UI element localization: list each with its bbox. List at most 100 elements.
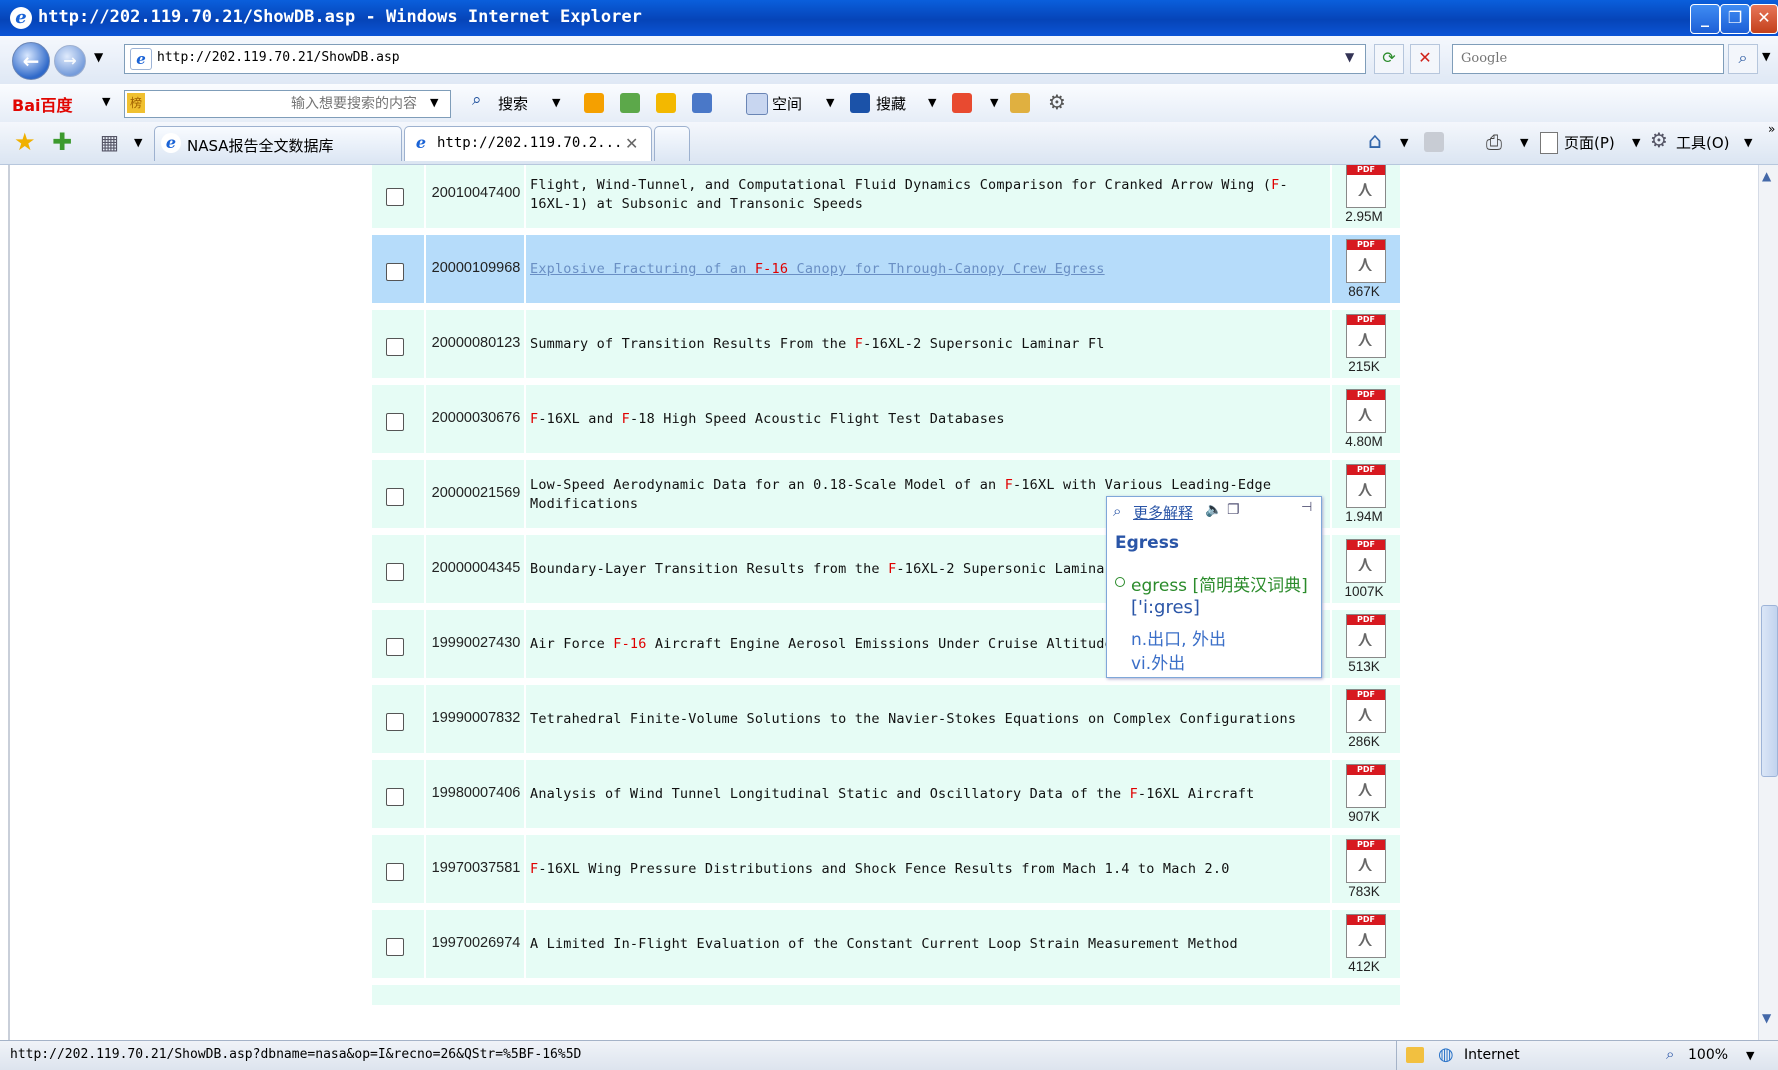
tools-dropdown-icon[interactable]: ▼ (1744, 136, 1752, 149)
scrollbar-thumb[interactable] (1761, 605, 1778, 777)
tab-current-page[interactable]: e http://202.119.70.2... ✕ (404, 126, 652, 161)
scroll-up-icon[interactable]: ▲ (1762, 169, 1771, 183)
baidu-search-button[interactable]: 搜索 (498, 93, 528, 114)
zoom-level[interactable]: 100% (1688, 1047, 1728, 1063)
pdf-icon[interactable]: PDF ⋏ (1346, 314, 1386, 358)
forward-button[interactable]: → (54, 45, 86, 77)
zoom-dropdown-icon[interactable]: ▼ (1746, 1049, 1754, 1062)
baidu-search-input[interactable] (175, 95, 419, 113)
title-text: -16XL Wing Pressure Distributions and Sh… (538, 861, 1230, 877)
pdf-icon[interactable]: PDF ⋏ (1346, 464, 1386, 508)
baidu-search-dropdown-icon[interactable]: ▼ (430, 96, 438, 109)
search-options-dropdown-icon[interactable]: ▼ (1762, 50, 1770, 63)
pdf-icon[interactable]: PDF ⋏ (1346, 389, 1386, 433)
select-checkbox[interactable] (386, 338, 404, 356)
tools-menu-button[interactable]: 工具(O) (1676, 132, 1730, 153)
pdf-icon[interactable]: PDF ⋏ (1346, 539, 1386, 583)
block-dropdown-icon[interactable]: ▼ (990, 96, 998, 109)
record-title-link[interactable]: F-16XL and F-18 High Speed Acoustic Flig… (530, 410, 1320, 429)
add-favorite-icon[interactable]: ✚ (52, 128, 72, 156)
highlight-pen-icon[interactable] (1010, 93, 1030, 113)
close-tab-icon[interactable]: ✕ (625, 134, 638, 153)
address-dropdown-icon[interactable]: ▼ (1345, 50, 1354, 64)
home-dropdown-icon[interactable]: ▼ (1400, 136, 1408, 149)
pin-icon[interactable]: ⊣ (1301, 500, 1312, 515)
recent-pages-dropdown-icon[interactable]: ▼ (94, 50, 103, 64)
shortcut-icon[interactable] (584, 93, 604, 113)
acrobat-swirl-icon: ⋏ (1357, 702, 1374, 727)
record-title-link[interactable]: A Limited In-Flight Evaluation of the Co… (530, 935, 1320, 954)
print-dropdown-icon[interactable]: ▼ (1520, 136, 1528, 149)
record-title-link[interactable]: F-16XL Wing Pressure Distributions and S… (530, 860, 1320, 879)
speaker-icon[interactable]: 🔈 (1205, 502, 1222, 518)
select-checkbox[interactable] (386, 788, 404, 806)
favorites-dropdown-icon[interactable]: ▼ (928, 96, 936, 109)
search-options-icon[interactable]: ▼ (552, 96, 560, 109)
google-search-input[interactable] (1459, 50, 1713, 67)
pdf-icon[interactable]: PDF ⋏ (1346, 689, 1386, 733)
select-checkbox[interactable] (386, 638, 404, 656)
favorites-button[interactable]: 搜藏 (876, 93, 906, 114)
select-checkbox[interactable] (386, 938, 404, 956)
settings-gear-icon[interactable]: ⚙ (1048, 90, 1066, 114)
tab-list-dropdown-icon[interactable]: ▼ (134, 136, 142, 149)
record-title-link[interactable]: Tetrahedral Finite-Volume Solutions to t… (530, 710, 1320, 729)
feeds-icon[interactable] (1424, 132, 1444, 152)
home-icon[interactable]: ⌂ (1368, 129, 1382, 154)
title-text: -16XL-2 Supersonic Laminar Fl (863, 336, 1105, 352)
search-icon[interactable]: ⌕ (1728, 44, 1758, 74)
select-checkbox[interactable] (386, 488, 404, 506)
scroll-down-icon[interactable]: ▼ (1762, 1011, 1771, 1025)
select-checkbox[interactable] (386, 563, 404, 581)
block-popup-icon[interactable] (952, 93, 972, 113)
select-checkbox[interactable] (386, 188, 404, 206)
minimize-button[interactable]: _ (1690, 4, 1720, 34)
acrobat-swirl-icon: ⋏ (1357, 177, 1374, 202)
pdf-tag: PDF (1347, 240, 1385, 250)
zhidao-icon[interactable] (656, 93, 676, 113)
restore-button[interactable]: ❐ (1720, 4, 1750, 34)
page-menu-button[interactable]: 页面(P) (1564, 132, 1615, 153)
baidu-logo[interactable]: Bai百度 (12, 92, 72, 116)
security-zone-label[interactable]: Internet (1464, 1047, 1520, 1063)
baidu-search-field[interactable]: 榜 ▼ (124, 90, 451, 118)
favorites-star-icon[interactable]: ★ (14, 128, 36, 156)
select-checkbox[interactable] (386, 263, 404, 281)
record-title-link[interactable]: Summary of Transition Results From the F… (530, 335, 1320, 354)
page-dropdown-icon[interactable]: ▼ (1632, 136, 1640, 149)
new-tab-button[interactable] (654, 126, 690, 161)
print-icon[interactable]: ⎙ (1486, 130, 1502, 154)
pdf-icon[interactable]: PDF ⋏ (1346, 165, 1386, 208)
address-field[interactable]: e http://202.119.70.21/ShowDB.asp ▼ (124, 44, 1366, 74)
protected-mode-icon[interactable] (1406, 1047, 1424, 1063)
acrobat-swirl-icon: ⋏ (1357, 852, 1374, 877)
record-title-link[interactable]: Analysis of Wind Tunnel Longitudinal Sta… (530, 785, 1320, 804)
pdf-tag: PDF (1347, 390, 1385, 400)
pdf-icon[interactable]: PDF ⋏ (1346, 839, 1386, 883)
copy-icon[interactable]: ❐ (1227, 502, 1240, 518)
select-checkbox[interactable] (386, 413, 404, 431)
calendar-icon[interactable] (692, 93, 712, 113)
record-title-link[interactable]: Flight, Wind-Tunnel, and Computational F… (530, 176, 1320, 214)
vertical-scrollbar[interactable]: ▲ ▼ (1758, 165, 1778, 1040)
select-checkbox[interactable] (386, 863, 404, 881)
more-explanation-link[interactable]: 更多解释 (1133, 502, 1193, 523)
baidu-menu-dropdown-icon[interactable]: ▼ (102, 95, 110, 108)
pdf-icon[interactable]: PDF ⋏ (1346, 764, 1386, 808)
back-button[interactable]: ← (12, 42, 50, 80)
pdf-icon[interactable]: PDF ⋏ (1346, 614, 1386, 658)
tab-nasa-database[interactable]: e NASA报告全文数据库 (154, 126, 402, 161)
refresh-icon[interactable]: ⟳ (1374, 44, 1404, 74)
pdf-icon[interactable]: PDF ⋏ (1346, 239, 1386, 283)
image-icon[interactable] (620, 93, 640, 113)
record-title-link[interactable]: Explosive Fracturing of an F-16 Canopy f… (530, 260, 1320, 279)
chevron-right-icon[interactable]: » (1768, 122, 1775, 136)
select-checkbox[interactable] (386, 713, 404, 731)
google-search-field[interactable] (1452, 44, 1724, 74)
stop-icon[interactable]: ✕ (1410, 44, 1440, 74)
pdf-icon[interactable]: PDF ⋏ (1346, 914, 1386, 958)
space-button[interactable]: 空间 (772, 93, 802, 114)
quick-tabs-icon[interactable]: ▦ (100, 130, 119, 154)
space-dropdown-icon[interactable]: ▼ (826, 96, 834, 109)
close-button[interactable]: ✕ (1750, 4, 1778, 34)
